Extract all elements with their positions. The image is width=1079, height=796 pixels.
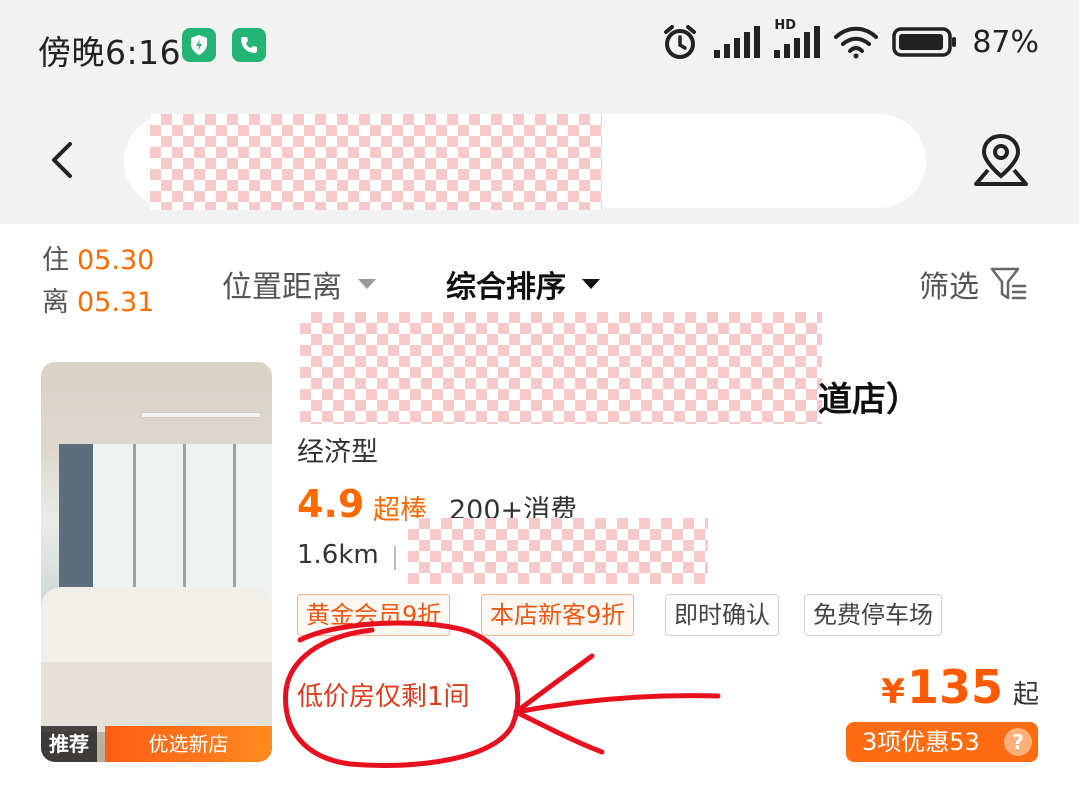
price-value: 135 bbox=[906, 660, 1003, 714]
battery-percent: 87% bbox=[972, 24, 1039, 60]
price[interactable]: ¥ 135 起 bbox=[881, 660, 1039, 714]
new-store-badge: 优选新店 bbox=[105, 726, 272, 762]
discount-text: 3项优惠53 bbox=[862, 728, 980, 756]
tag-new-customer-discount[interactable]: 本店新客9折 bbox=[481, 594, 635, 636]
tag-gold-member-discount[interactable]: 黄金会员9折 bbox=[297, 594, 451, 636]
overall-sort-filter[interactable]: 综合排序 bbox=[446, 262, 600, 306]
distance: 1.6km bbox=[297, 540, 379, 570]
back-button[interactable] bbox=[40, 138, 84, 182]
redacted-search-text bbox=[150, 114, 602, 210]
hd-label: HD bbox=[774, 18, 796, 33]
tag-instant-confirm[interactable]: 即时确认 bbox=[665, 594, 779, 636]
signal-hd-icon: HD bbox=[774, 18, 821, 58]
recommend-badge: 推荐 bbox=[41, 726, 97, 762]
rating-score: 4.9 bbox=[297, 482, 365, 526]
redacted-location bbox=[408, 518, 708, 584]
chevron-left-icon bbox=[52, 142, 72, 178]
funnel-icon bbox=[990, 267, 1027, 300]
hotel-name-suffix[interactable]: 道店） bbox=[818, 372, 920, 421]
scarcity-notice: 低价房仅剩1间 bbox=[297, 682, 470, 712]
location-distance-label: 位置距离 bbox=[222, 270, 342, 305]
overall-sort-label: 综合排序 bbox=[446, 270, 566, 305]
price-suffix: 起 bbox=[1012, 680, 1039, 710]
discount-badge[interactable]: 3项优惠53 ? bbox=[846, 722, 1038, 762]
location-distance-filter[interactable]: 位置距离 bbox=[222, 262, 376, 306]
phone-icon bbox=[232, 28, 266, 62]
signal-icon bbox=[714, 26, 761, 58]
checkout-label: 离 bbox=[42, 287, 69, 318]
battery-icon bbox=[892, 27, 958, 57]
redacted-hotel-name bbox=[300, 312, 822, 424]
checkin-date: 05.30 bbox=[77, 245, 155, 276]
caret-down-icon bbox=[358, 279, 376, 289]
stay-dates[interactable]: 住 05.30 离 05.31 bbox=[42, 240, 154, 324]
checkout-date: 05.31 bbox=[77, 287, 155, 318]
alarm-icon bbox=[660, 22, 700, 62]
divider bbox=[394, 546, 396, 570]
map-button[interactable] bbox=[968, 128, 1034, 194]
filter-button[interactable]: 筛选 bbox=[919, 262, 1029, 306]
status-icons: HD 87% bbox=[660, 18, 1039, 62]
wifi-icon bbox=[834, 25, 879, 59]
help-icon[interactable]: ? bbox=[1004, 728, 1032, 756]
price-currency: ¥ bbox=[881, 672, 905, 712]
checkin-label: 住 bbox=[42, 245, 69, 276]
status-time: 傍晚6:16 bbox=[38, 33, 182, 72]
shield-icon bbox=[182, 28, 216, 62]
filter-label: 筛选 bbox=[919, 270, 979, 305]
caret-down-icon bbox=[582, 279, 600, 289]
tag-free-parking[interactable]: 免费停车场 bbox=[804, 594, 942, 636]
map-pin-icon bbox=[974, 133, 1028, 186]
hotel-photo[interactable]: 优选新店 推荐 bbox=[41, 362, 272, 762]
hotel-type: 经济型 bbox=[297, 437, 378, 468]
